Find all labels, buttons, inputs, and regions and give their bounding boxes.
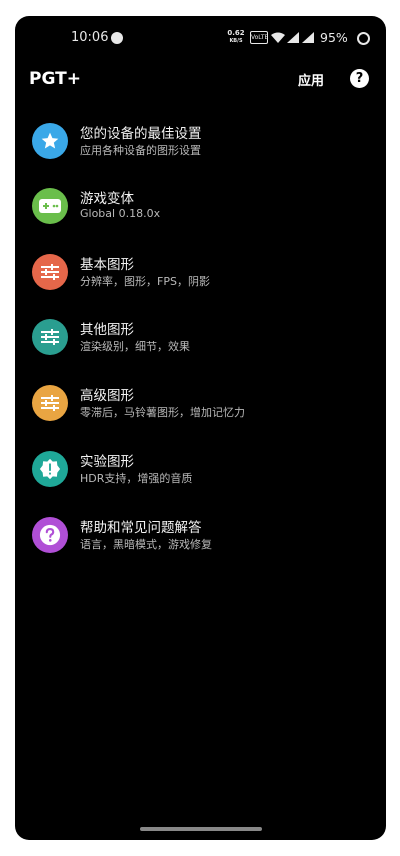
list-item-subtitle: 应用各种设备的图形设置 <box>80 144 201 157</box>
app-bar: PGT+ 应用 ? <box>15 60 386 100</box>
list-item-title: 帮助和常见问题解答 <box>80 520 202 536</box>
list-item-subtitle: HDR支持，增强的音质 <box>80 472 193 485</box>
signal-icon <box>287 32 299 43</box>
sliders-icon <box>32 319 68 355</box>
signal-icon-secondary <box>302 32 314 43</box>
list-item-title: 游戏变体 <box>80 191 134 207</box>
list-item-title: 基本图形 <box>80 257 134 273</box>
network-speed-unit: KB/S <box>229 38 243 44</box>
network-speed-value: 0.62 <box>227 29 245 37</box>
list-item-subtitle: 渲染级别，细节，效果 <box>80 340 190 353</box>
list-item-subtitle: Global 0.18.0x <box>80 207 161 220</box>
list-item-basic-graphics[interactable]: 基本图形 分辨率，图形，FPS，阴影 <box>15 245 386 301</box>
star-icon <box>32 123 68 159</box>
volte-icon: VoLTE <box>250 31 268 44</box>
status-bar: 10:06 0.62 KB/S VoLTE 95% <box>15 16 386 56</box>
list-item-subtitle: 分辨率，图形，FPS，阴影 <box>80 275 210 288</box>
list-item-game-variant[interactable]: 游戏变体 Global 0.18.0x <box>15 179 386 235</box>
list-item-best-settings[interactable]: 您的设备的最佳设置 应用各种设备的图形设置 <box>15 114 386 170</box>
list-item-title: 实验图形 <box>80 454 134 470</box>
sliders-icon <box>32 385 68 421</box>
list-item-other-graphics[interactable]: 其他图形 渲染级别，细节，效果 <box>15 310 386 366</box>
phone-screen: 10:06 0.62 KB/S VoLTE 95% PGT+ 应用 ? 您的设备… <box>15 16 386 840</box>
badge-alert-icon <box>32 451 68 487</box>
home-indicator[interactable] <box>140 827 262 831</box>
list-item-title: 高级图形 <box>80 388 134 404</box>
list-item-title: 您的设备的最佳设置 <box>80 126 202 142</box>
help-button[interactable]: ? <box>350 69 369 88</box>
list-item-advanced-graphics[interactable]: 高级图形 零滞后，马铃薯图形，增加记忆力 <box>15 376 386 432</box>
battery-percent: 95% <box>320 30 348 45</box>
question-icon <box>32 517 68 553</box>
app-title: PGT+ <box>29 69 81 89</box>
list-item-title: 其他图形 <box>80 322 134 338</box>
list-item-subtitle: 语言，黑暗模式，游戏修复 <box>80 538 212 551</box>
apply-button[interactable]: 应用 <box>298 70 324 89</box>
notification-icon <box>111 32 123 44</box>
list-item-subtitle: 零滞后，马铃薯图形，增加记忆力 <box>80 406 245 419</box>
battery-icon <box>357 32 370 45</box>
gamepad-icon <box>32 188 68 224</box>
sliders-icon <box>32 254 68 290</box>
list-item-help-faq[interactable]: 帮助和常见问题解答 语言，黑暗模式，游戏修复 <box>15 508 386 564</box>
list-item-experimental-graphics[interactable]: 实验图形 HDR支持，增强的音质 <box>15 442 386 498</box>
status-time: 10:06 <box>71 30 109 45</box>
network-speed: 0.62 KB/S <box>227 29 245 45</box>
wifi-icon <box>271 32 285 43</box>
